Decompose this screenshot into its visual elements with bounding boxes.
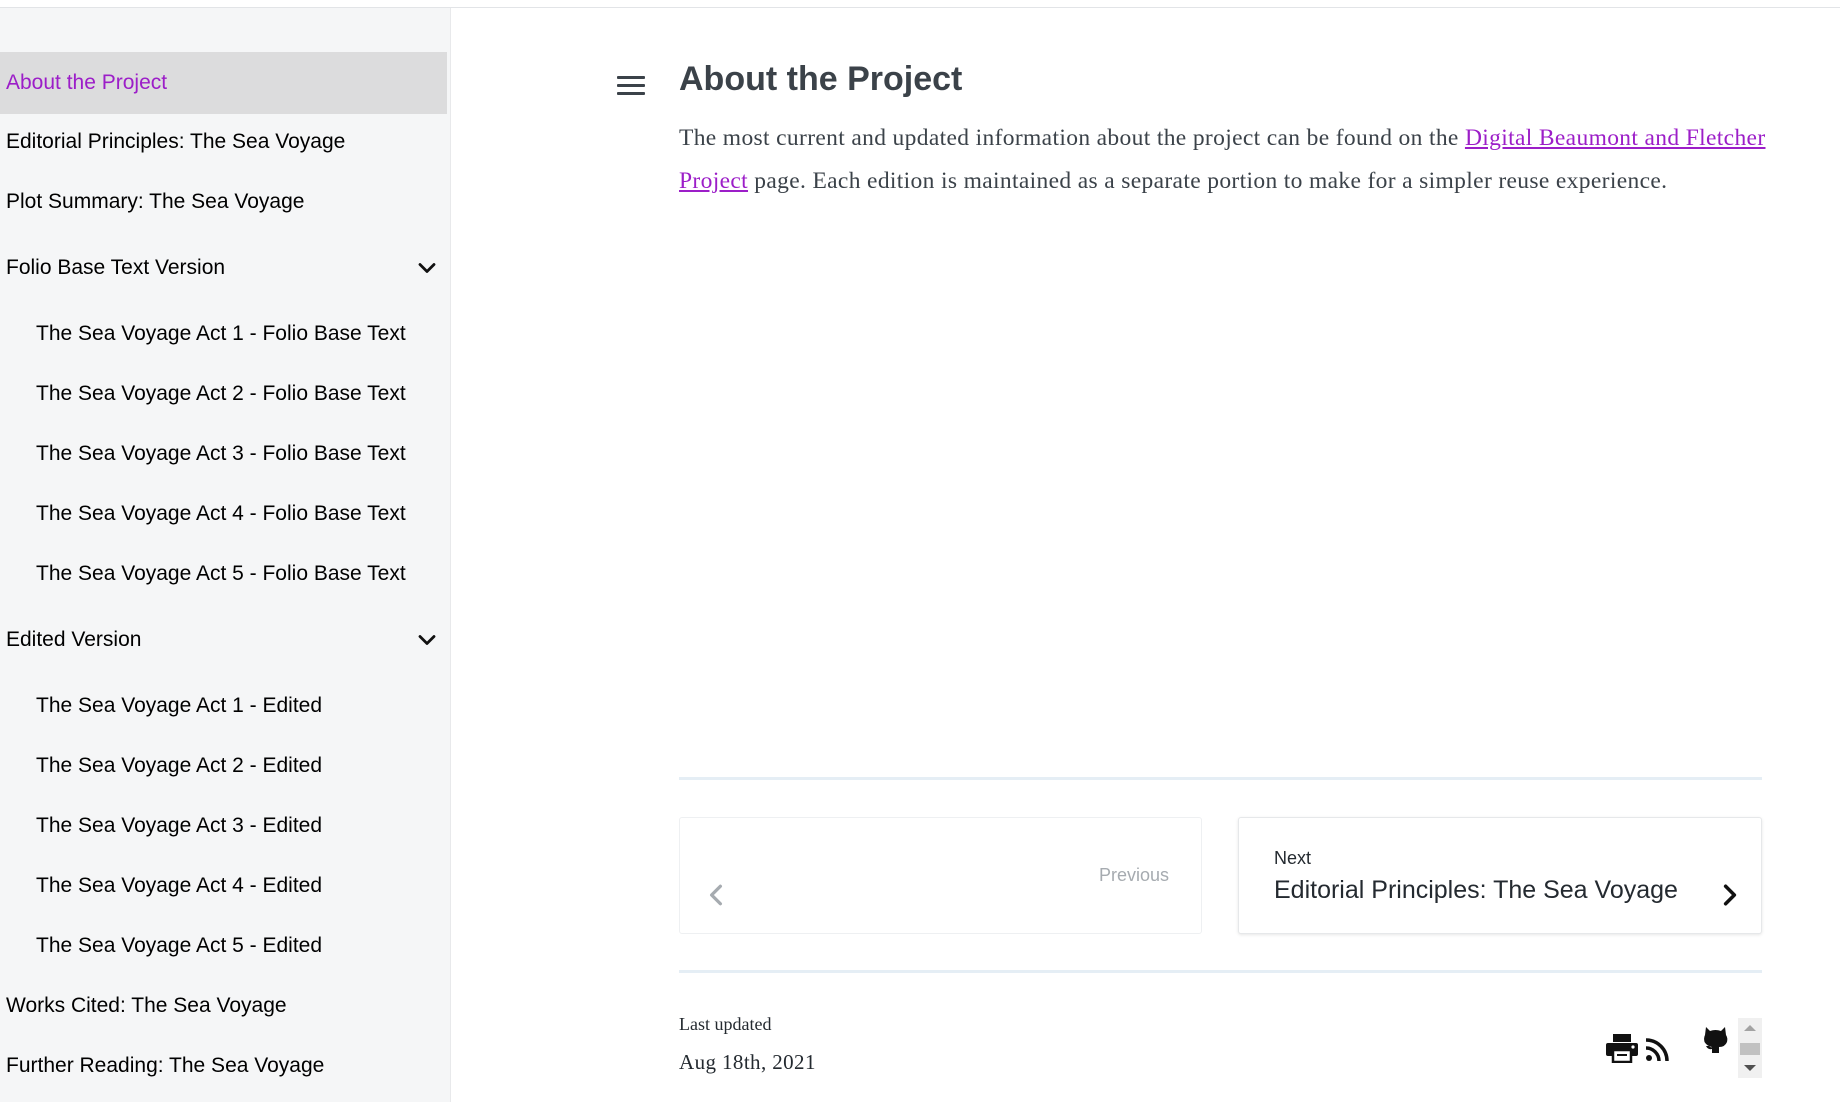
chevron-down-icon[interactable] <box>415 256 439 280</box>
sidebar-item-label: Works Cited: The Sea Voyage <box>6 994 287 1017</box>
paragraph-text-after: page. Each edition is maintained as a se… <box>748 168 1668 194</box>
rss-icon[interactable] <box>1645 1038 1669 1062</box>
sidebar-item-label: About the Project <box>6 71 168 94</box>
chevron-down-icon[interactable] <box>415 628 439 652</box>
print-icon[interactable] <box>1605 1033 1639 1063</box>
last-updated-date: Aug 18th, 2021 <box>679 1050 816 1074</box>
sidebar-item-the-sea-voyage-act-5-edited[interactable]: The Sea Voyage Act 5 - Edited <box>0 916 447 976</box>
next-label: Next <box>1274 848 1312 868</box>
divider <box>679 970 1762 973</box>
chevron-right-icon <box>1723 884 1737 906</box>
sidebar-item-label: The Sea Voyage Act 1 - Edited <box>36 694 323 717</box>
sidebar-item-further-reading-the-sea-voyage[interactable]: Further Reading: The Sea Voyage <box>0 1036 447 1096</box>
sidebar-item-folio-base-text-version[interactable]: Folio Base Text Version <box>0 238 447 298</box>
scroll-down-arrow-icon[interactable] <box>1744 1065 1756 1071</box>
sidebar-item-the-sea-voyage-act-3-folio-base-text[interactable]: The Sea Voyage Act 3 - Folio Base Text <box>0 424 447 484</box>
sidebar-item-the-sea-voyage-act-4-edited[interactable]: The Sea Voyage Act 4 - Edited <box>0 856 447 916</box>
intro-paragraph: The most current and updated information… <box>679 117 1769 203</box>
paragraph-text-before: The most current and updated information… <box>679 125 1465 151</box>
previous-page-button[interactable]: Previous <box>679 817 1202 934</box>
divider <box>679 777 1762 780</box>
sidebar-item-plot-summary-the-sea-voyage[interactable]: Plot Summary: The Sea Voyage <box>0 172 447 232</box>
github-icon[interactable] <box>1702 1024 1729 1054</box>
scroll-thumb[interactable] <box>1740 1043 1760 1055</box>
sidebar-item-the-sea-voyage-act-2-edited[interactable]: The Sea Voyage Act 2 - Edited <box>0 736 447 796</box>
sidebar-item-label: Further Reading: The Sea Voyage <box>6 1054 325 1077</box>
last-updated-label: Last updated <box>679 1014 772 1034</box>
chevron-left-icon <box>710 884 722 906</box>
sidebar-nav: About the Project Editorial Principles: T… <box>0 8 451 1102</box>
scroll-up-arrow-icon[interactable] <box>1744 1025 1756 1031</box>
sidebar-item-the-sea-voyage-act-2-folio-base-text[interactable]: The Sea Voyage Act 2 - Folio Base Text <box>0 364 447 424</box>
sidebar-item-the-sea-voyage-act-5-folio-base-text[interactable]: The Sea Voyage Act 5 - Folio Base Text <box>0 544 447 604</box>
sidebar-item-the-sea-voyage-act-4-folio-base-text[interactable]: The Sea Voyage Act 4 - Folio Base Text <box>0 484 447 544</box>
sidebar-item-label: The Sea Voyage Act 4 - Folio Base Text <box>36 502 406 525</box>
next-page-title: Editorial Principles: The Sea Voyage <box>1274 876 1678 904</box>
sidebar-item-label: The Sea Voyage Act 5 - Edited <box>36 934 323 957</box>
sidebar-item-the-sea-voyage-act-1-edited[interactable]: The Sea Voyage Act 1 - Edited <box>0 676 447 736</box>
sidebar-item-the-sea-voyage-act-3-edited[interactable]: The Sea Voyage Act 3 - Edited <box>0 796 447 856</box>
sidebar-item-label: The Sea Voyage Act 3 - Folio Base Text <box>36 442 406 465</box>
top-border <box>0 0 1840 8</box>
next-page-button[interactable]: Next Editorial Principles: The Sea Voyag… <box>1238 817 1762 934</box>
page-title: About the Project <box>679 60 963 98</box>
previous-label: Previous <box>1098 865 1169 885</box>
sidebar-item-label: The Sea Voyage Act 3 - Edited <box>36 814 323 837</box>
sidebar-item-label: Plot Summary: The Sea Voyage <box>6 190 305 213</box>
sidebar-item-label: Folio Base Text Version <box>6 256 226 279</box>
sidebar-item-label: The Sea Voyage Act 5 - Folio Base Text <box>36 562 406 585</box>
hamburger-menu-icon[interactable] <box>616 74 646 98</box>
sidebar-item-label: Edited Version <box>6 628 142 651</box>
sidebar-item-label: The Sea Voyage Act 2 - Edited <box>36 754 323 777</box>
sidebar-item-edited-version[interactable]: Edited Version <box>0 610 447 670</box>
sidebar-item-editorial-principles-the-sea-voyage[interactable]: Editorial Principles: The Sea Voyage <box>0 112 447 172</box>
sidebar-item-label: The Sea Voyage Act 2 - Folio Base Text <box>36 382 406 405</box>
sidebar-item-label: The Sea Voyage Act 4 - Edited <box>36 874 323 897</box>
sidebar-item-works-cited-the-sea-voyage[interactable]: Works Cited: The Sea Voyage <box>0 976 447 1036</box>
scrollbar[interactable] <box>1738 1018 1762 1078</box>
sidebar-item-label: The Sea Voyage Act 1 - Folio Base Text <box>36 322 406 345</box>
sidebar-item-the-sea-voyage-act-1-folio-base-text[interactable]: The Sea Voyage Act 1 - Folio Base Text <box>0 304 447 364</box>
sidebar-item-label: Editorial Principles: The Sea Voyage <box>6 130 346 153</box>
sidebar-item-about-the-project[interactable]: About the Project <box>0 52 447 114</box>
